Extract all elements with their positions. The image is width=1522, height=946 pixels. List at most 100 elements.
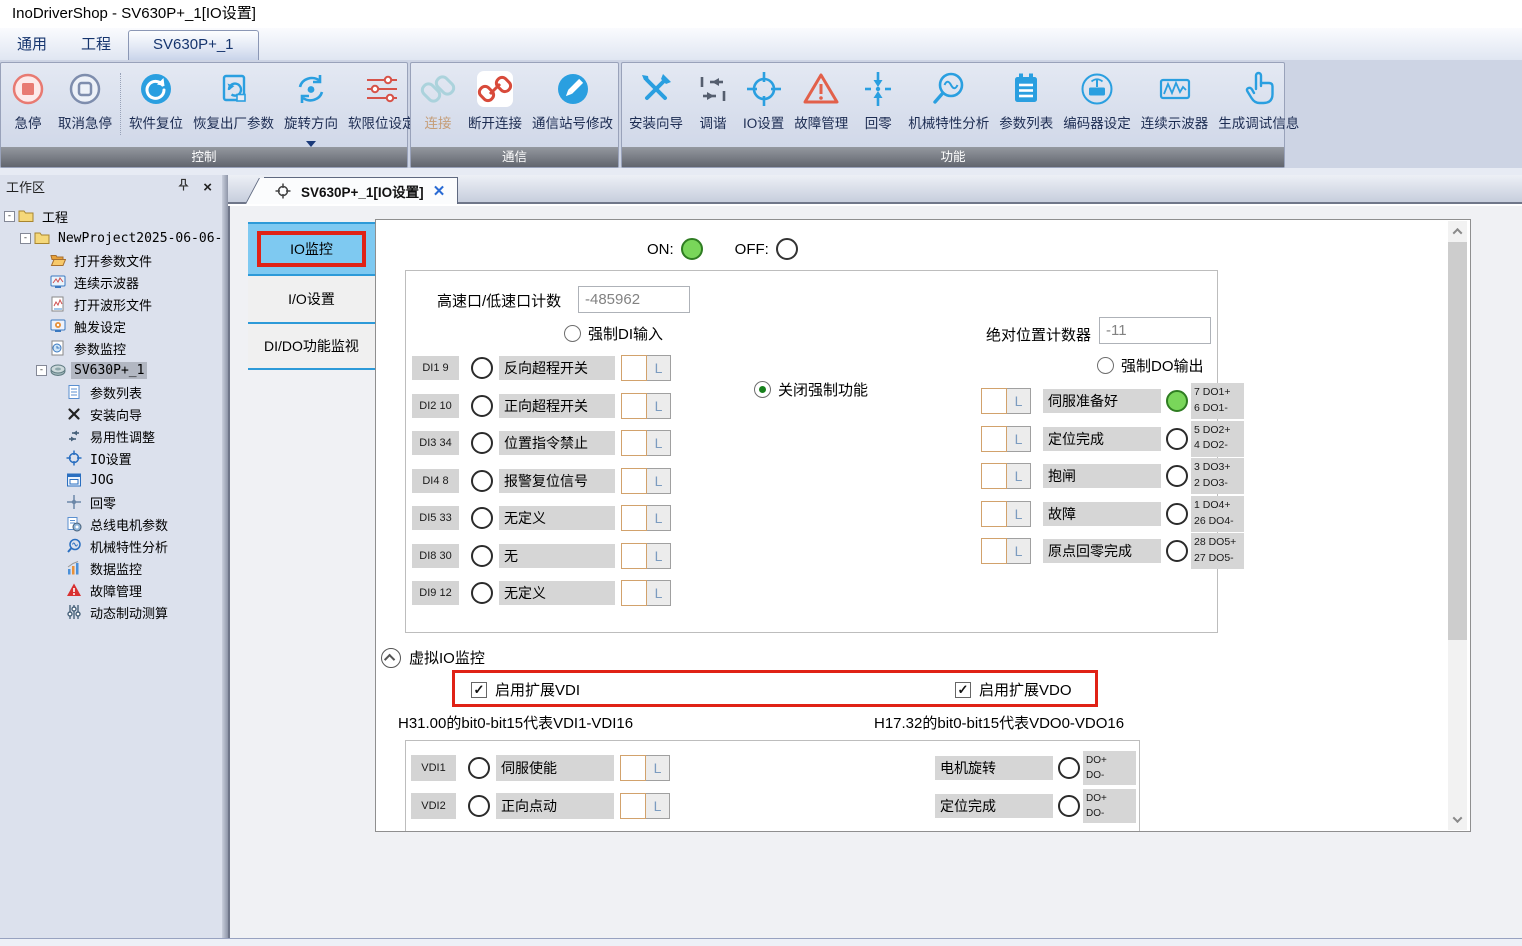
tab-dido-function-monitor[interactable]: DI/DO功能监视 (248, 322, 375, 370)
tab-close-icon[interactable]: ✕ (433, 182, 446, 200)
tab-io-monitor[interactable]: IO监控 (248, 222, 375, 274)
ribbon-button-io-settings[interactable]: IO设置 (738, 67, 789, 134)
tree-item[interactable]: 回零 (0, 491, 222, 513)
force-value-toggle[interactable] (981, 426, 1007, 452)
ribbon-button-homing[interactable]: 回零 (853, 67, 903, 134)
level-l-button[interactable]: L (647, 430, 671, 456)
force-value-toggle[interactable] (621, 543, 647, 569)
force-value-toggle[interactable] (621, 355, 647, 381)
ribbon-button-fault-manage[interactable]: 故障管理 (789, 67, 853, 134)
force-off-radio[interactable]: 关闭强制功能 (754, 379, 868, 400)
force-value-toggle[interactable] (621, 393, 647, 419)
level-l-button[interactable]: L (647, 505, 671, 531)
ribbon-button-soft-limit[interactable]: 软限位设定 (343, 67, 421, 134)
force-do-radio[interactable]: 强制DO输出 (1097, 355, 1204, 376)
level-l-button[interactable]: L (1007, 538, 1031, 564)
force-value-toggle[interactable] (620, 793, 646, 819)
ribbon-button-mech-analysis[interactable]: 机械特性分析 (903, 67, 994, 134)
counter-input[interactable] (578, 286, 690, 313)
tree-item[interactable]: 机械特性分析 (0, 535, 222, 557)
force-value-toggle[interactable] (620, 755, 646, 781)
pin-icon[interactable] (177, 175, 190, 201)
vertical-scrollbar[interactable] (1448, 221, 1467, 830)
do-function-label: 故障 (1043, 502, 1161, 526)
enable-vdo-checkbox[interactable]: ✓ 启用扩展VDO (955, 679, 1072, 700)
ribbon-tab-general[interactable]: 通用 (0, 28, 64, 60)
checkbox-icon[interactable]: ✓ (471, 682, 487, 698)
force-value-toggle[interactable] (981, 463, 1007, 489)
ribbon-button-cancel-estop[interactable]: 取消急停 (53, 67, 117, 134)
collapse-icon[interactable] (381, 648, 401, 668)
ribbon-button-install-wizard[interactable]: 安装向导 (624, 67, 688, 134)
tree-item[interactable]: IO设置 (0, 447, 222, 469)
force-value-toggle[interactable] (621, 505, 647, 531)
radio-icon[interactable] (754, 381, 771, 398)
tree-expander[interactable]: - (36, 365, 47, 376)
tree-item[interactable]: 触发设定 (0, 315, 222, 337)
tree-expander[interactable]: - (20, 233, 31, 244)
close-icon[interactable]: × (203, 181, 212, 195)
radio-icon[interactable] (1097, 357, 1114, 374)
ribbon-tab-device[interactable]: SV630P+_1 (128, 30, 259, 60)
ribbon-button-label: 回零 (865, 112, 892, 132)
tree-item[interactable]: 打开波形文件 (0, 293, 222, 315)
ribbon-button-disconnect[interactable]: 断开连接 (463, 67, 527, 134)
tree-item[interactable]: 安装向导 (0, 403, 222, 425)
abs-pos-input[interactable] (1099, 317, 1211, 344)
scroll-down-button[interactable] (1448, 809, 1467, 830)
force-value-toggle[interactable] (981, 388, 1007, 414)
tree-item[interactable]: JOG (0, 469, 222, 491)
force-value-toggle[interactable] (981, 538, 1007, 564)
tree-item[interactable]: 易用性调整 (0, 425, 222, 447)
tree-item[interactable]: 打开参数文件 (0, 249, 222, 271)
enable-vdi-checkbox[interactable]: ✓ 启用扩展VDI (471, 679, 580, 700)
document-tab[interactable]: SV630P+_1[IO设置] ✕ (264, 177, 458, 204)
ribbon-button-software-reset[interactable]: 软件复位 (124, 67, 188, 134)
scroll-thumb[interactable] (1448, 242, 1467, 640)
level-l-button[interactable]: L (1007, 501, 1031, 527)
ribbon-button-rotation-direction[interactable]: 旋转方向 (279, 67, 343, 134)
tab-io-config[interactable]: I/O设置 (248, 274, 375, 322)
radio-icon[interactable] (564, 325, 581, 342)
level-l-button[interactable]: L (646, 755, 670, 781)
tree-item[interactable]: 动态制动测算 (0, 601, 222, 623)
level-l-button[interactable]: L (647, 468, 671, 494)
ribbon-button-connect[interactable]: 连接 (413, 67, 463, 134)
force-value-toggle[interactable] (621, 580, 647, 606)
ribbon-button-encoder[interactable]: 编码器设定 (1058, 67, 1136, 134)
level-l-button[interactable]: L (647, 355, 671, 381)
tree-item[interactable]: 参数列表 (0, 381, 222, 403)
force-value-toggle[interactable] (981, 501, 1007, 527)
level-l-button[interactable]: L (647, 580, 671, 606)
tree-expander[interactable]: - (4, 211, 15, 222)
level-l-button[interactable]: L (647, 543, 671, 569)
di-state-indicator (471, 582, 493, 604)
on-indicator (681, 238, 703, 260)
ribbon-button-tuning[interactable]: 调谐 (688, 67, 738, 134)
ribbon-button-station-edit[interactable]: 通信站号修改 (527, 67, 618, 134)
ribbon-button-debug-info[interactable]: 生成调试信息 (1213, 67, 1304, 134)
ribbon-button-factory-reset[interactable]: 恢复出厂参数 (188, 67, 279, 134)
ribbon-tab-project[interactable]: 工程 (64, 28, 128, 60)
ribbon-button-param-list[interactable]: 参数列表 (994, 67, 1058, 134)
scroll-up-button[interactable] (1448, 221, 1467, 242)
ribbon-button-oscilloscope[interactable]: 连续示波器 (1136, 67, 1214, 134)
tree-item[interactable]: 总线电机参数 (0, 513, 222, 535)
force-di-radio[interactable]: 强制DI输入 (564, 323, 663, 344)
ribbon-button-estop[interactable]: 急停 (3, 67, 53, 134)
level-l-button[interactable]: L (647, 393, 671, 419)
level-l-button[interactable]: L (646, 793, 670, 819)
level-l-button[interactable]: L (1007, 388, 1031, 414)
tree-item[interactable]: 连续示波器 (0, 271, 222, 293)
tree-item[interactable]: 数据监控 (0, 557, 222, 579)
level-l-button[interactable]: L (1007, 463, 1031, 489)
tree-item[interactable]: -SV630P+_1 (0, 359, 222, 381)
tree-item[interactable]: 故障管理 (0, 579, 222, 601)
tree-item[interactable]: -工程 (0, 205, 222, 227)
level-l-button[interactable]: L (1007, 426, 1031, 452)
force-value-toggle[interactable] (621, 468, 647, 494)
checkbox-icon[interactable]: ✓ (955, 682, 971, 698)
tree-item[interactable]: -NewProject2025-06-06- (0, 227, 222, 249)
force-value-toggle[interactable] (621, 430, 647, 456)
tree-item[interactable]: 参数监控 (0, 337, 222, 359)
